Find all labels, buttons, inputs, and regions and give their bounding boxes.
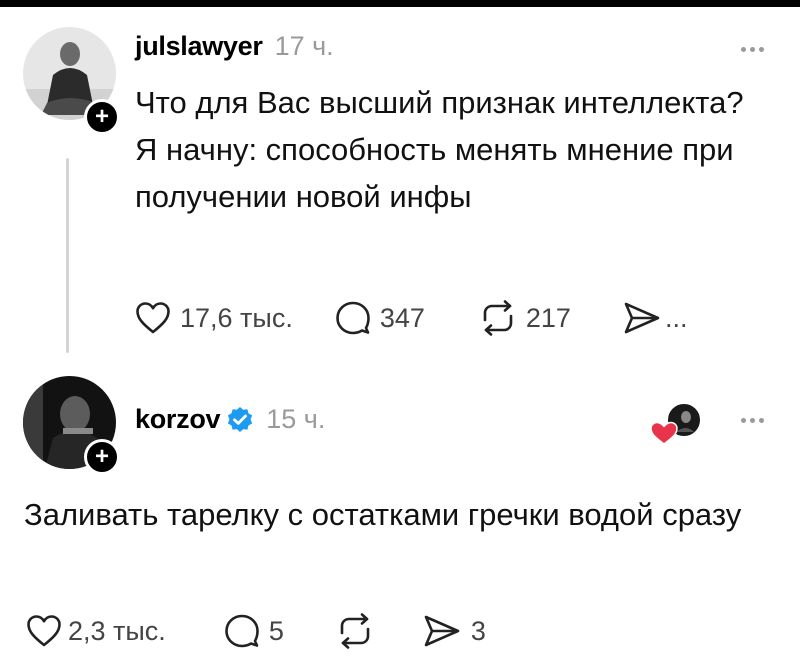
heart-icon <box>27 615 61 647</box>
more-icon[interactable] <box>741 418 764 423</box>
post-actions: 2,3 тыс. 5 3 <box>26 613 486 649</box>
post-text-paragraph: Что для Вас высший признак интеллекта? <box>135 85 744 120</box>
follow-button[interactable]: + <box>84 439 120 475</box>
username[interactable]: korzov <box>135 404 221 435</box>
repost-icon <box>483 300 513 336</box>
repost-count: 217 <box>525 302 571 333</box>
more-icon[interactable] <box>741 47 764 52</box>
timestamp: 15 ч. <box>266 404 326 434</box>
like-count: 17,6 тыс. <box>180 302 293 333</box>
post-header: korzov 15 ч. <box>135 404 325 435</box>
comment-icon <box>225 614 259 648</box>
post-text-paragraph: Заливать тарелку с остатками гречки водо… <box>24 497 742 532</box>
post-text: Что для Вас высший признак интеллекта? Я… <box>135 79 755 220</box>
post-korzov: + korzov 15 ч. Заливать тарелку с остатк… <box>0 360 800 671</box>
reply-count: 347 <box>379 302 425 333</box>
share-count: 3 <box>470 615 486 646</box>
send-icon <box>424 615 460 647</box>
heart-icon <box>136 302 170 334</box>
post-header: julslawyer 17 ч. <box>135 31 334 62</box>
follow-button[interactable]: + <box>84 99 120 135</box>
like-count: 2,3 тыс. <box>68 615 166 646</box>
post-text-paragraph: Я начну: способность менять мнение при п… <box>135 132 734 214</box>
username[interactable]: julslawyer <box>135 31 263 62</box>
share-count: ... <box>664 302 688 333</box>
like-button[interactable]: 17,6 тыс. <box>135 301 293 335</box>
reply-button[interactable]: 347 <box>335 300 425 336</box>
post-text: Заливать тарелку с остатками гречки водо… <box>24 491 744 538</box>
verified-icon <box>226 406 254 434</box>
share-button[interactable]: 3 <box>423 614 486 648</box>
thread-line <box>66 158 69 353</box>
liked-by-avatars[interactable] <box>648 400 708 450</box>
comment-icon <box>336 301 370 335</box>
reply-button[interactable]: 5 <box>224 613 284 649</box>
timestamp: 17 ч. <box>274 31 334 61</box>
share-button[interactable]: ... <box>623 301 688 335</box>
repost-icon <box>340 613 370 649</box>
post-julslawyer: + julslawyer 17 ч. Что для Вас высший пр… <box>0 0 800 360</box>
like-button[interactable]: 2,3 тыс. <box>26 614 166 648</box>
post-actions: 17,6 тыс. 347 217 ... <box>135 300 687 336</box>
repost-button[interactable]: 217 <box>479 300 571 336</box>
reply-count: 5 <box>268 615 284 646</box>
repost-button[interactable] <box>336 613 383 649</box>
send-icon <box>624 302 660 334</box>
